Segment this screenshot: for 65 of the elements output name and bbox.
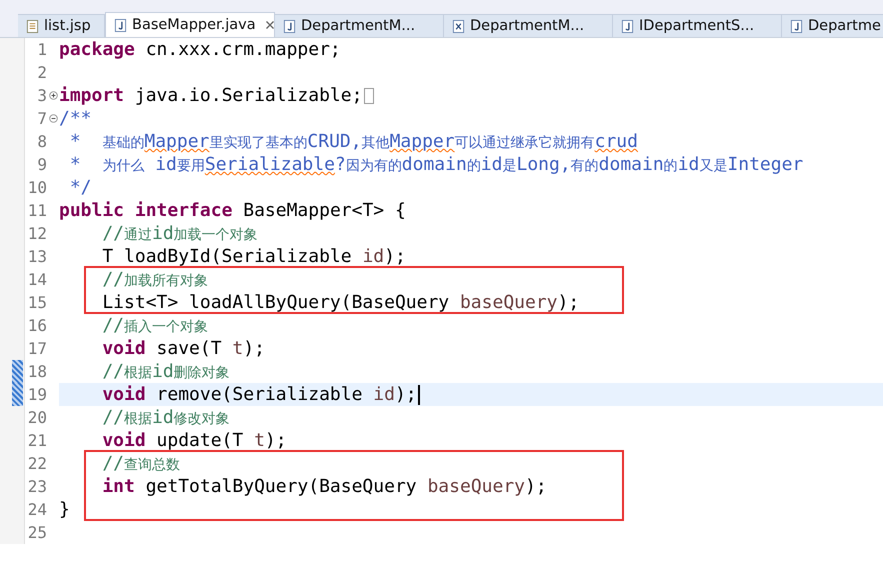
collapse-icon[interactable] — [48, 114, 58, 123]
java-file-icon — [283, 18, 296, 34]
jsp-file-icon — [26, 18, 39, 34]
line-number: 12 — [26, 224, 47, 243]
line-number: 23 — [26, 477, 47, 496]
editor-tab[interactable]: DepartmentM... — [444, 14, 613, 37]
code-line: int getTotalByQuery(BaseQuery baseQuery); — [101, 476, 547, 497]
code-line: //插入一个对象 — [101, 315, 208, 336]
line-number: 14 — [26, 270, 47, 289]
line-number: 20 — [26, 408, 47, 427]
code-line: T loadById(Serializable id); — [101, 246, 406, 267]
code-line: void save(T t); — [101, 338, 265, 359]
java-file-icon — [621, 18, 634, 34]
line-number: 1 — [36, 40, 47, 59]
tab-label: IDepartmentS... — [639, 18, 754, 34]
code-line: import java.io.Serializable; — [59, 85, 362, 106]
code-line: */ — [68, 177, 92, 198]
code-line: public interface BaseMapper<T> { — [59, 200, 406, 221]
expand-icon[interactable] — [48, 91, 58, 100]
close-icon[interactable] — [264, 20, 275, 30]
code-line: List<T> loadAllByQuery(BaseQuery baseQuery); — [101, 292, 580, 313]
code-line: } — [59, 499, 70, 520]
code-line: //加载所有对象 — [101, 269, 208, 290]
code-line: * 基础的Mapper里实现了基本的CRUD,其他Mapper可以通过继承它就拥有crud — [68, 131, 638, 152]
text-cursor — [418, 384, 420, 404]
folded-code-icon[interactable] — [364, 88, 374, 104]
line-number: 11 — [26, 201, 47, 220]
code-line: * 为什么 id要用Serializable?因为有的domain的id是Long,有的domain的id又是Integer — [68, 154, 804, 175]
code-line: //通过id加载一个对象 — [101, 223, 258, 244]
java-file-icon — [114, 18, 127, 32]
line-number: 7 — [36, 109, 47, 128]
line-number: 15 — [26, 293, 47, 312]
code-line: package cn.xxx.crm.mapper; — [59, 39, 341, 60]
line-number: 22 — [26, 454, 47, 473]
editor-tab[interactable]: BaseMapper.java — [105, 12, 275, 37]
line-number: 19 — [26, 385, 47, 404]
code-line: //查询总数 — [101, 453, 180, 474]
line-number: 2 — [36, 63, 47, 82]
line-number: 21 — [26, 431, 47, 450]
line-number: 16 — [26, 316, 47, 335]
java-file-icon — [790, 18, 803, 34]
line-number: 13 — [26, 247, 47, 266]
line-number: 17 — [26, 339, 47, 358]
tab-label: BaseMapper.java — [132, 17, 256, 33]
code-line: //根据id修改对象 — [101, 407, 230, 428]
code-line: void update(T t); — [101, 430, 287, 451]
editor-tab[interactable]: IDepartmentS... — [613, 14, 782, 37]
line-number: 8 — [36, 132, 47, 151]
line-number: 3 — [36, 86, 47, 105]
line-number: 25 — [26, 523, 47, 542]
editor-tab[interactable]: Departme — [782, 14, 883, 37]
tab-label: Departme — [808, 18, 881, 34]
tab-label: DepartmentM... — [301, 18, 416, 34]
line-number: 18 — [26, 362, 47, 381]
editor-tab[interactable]: list.jsp — [18, 14, 105, 37]
code-line: void remove(Serializable id); — [101, 384, 417, 405]
code-line: /** — [59, 108, 92, 129]
tab-label: DepartmentM... — [470, 18, 584, 34]
code-line: //根据id删除对象 — [101, 361, 230, 382]
line-number: 9 — [36, 155, 47, 174]
tab-label: list.jsp — [44, 18, 91, 34]
line-number: 24 — [26, 500, 47, 519]
xml-file-icon — [452, 18, 465, 34]
editor-tab[interactable]: DepartmentM... — [275, 14, 444, 37]
line-number: 10 — [26, 178, 47, 197]
